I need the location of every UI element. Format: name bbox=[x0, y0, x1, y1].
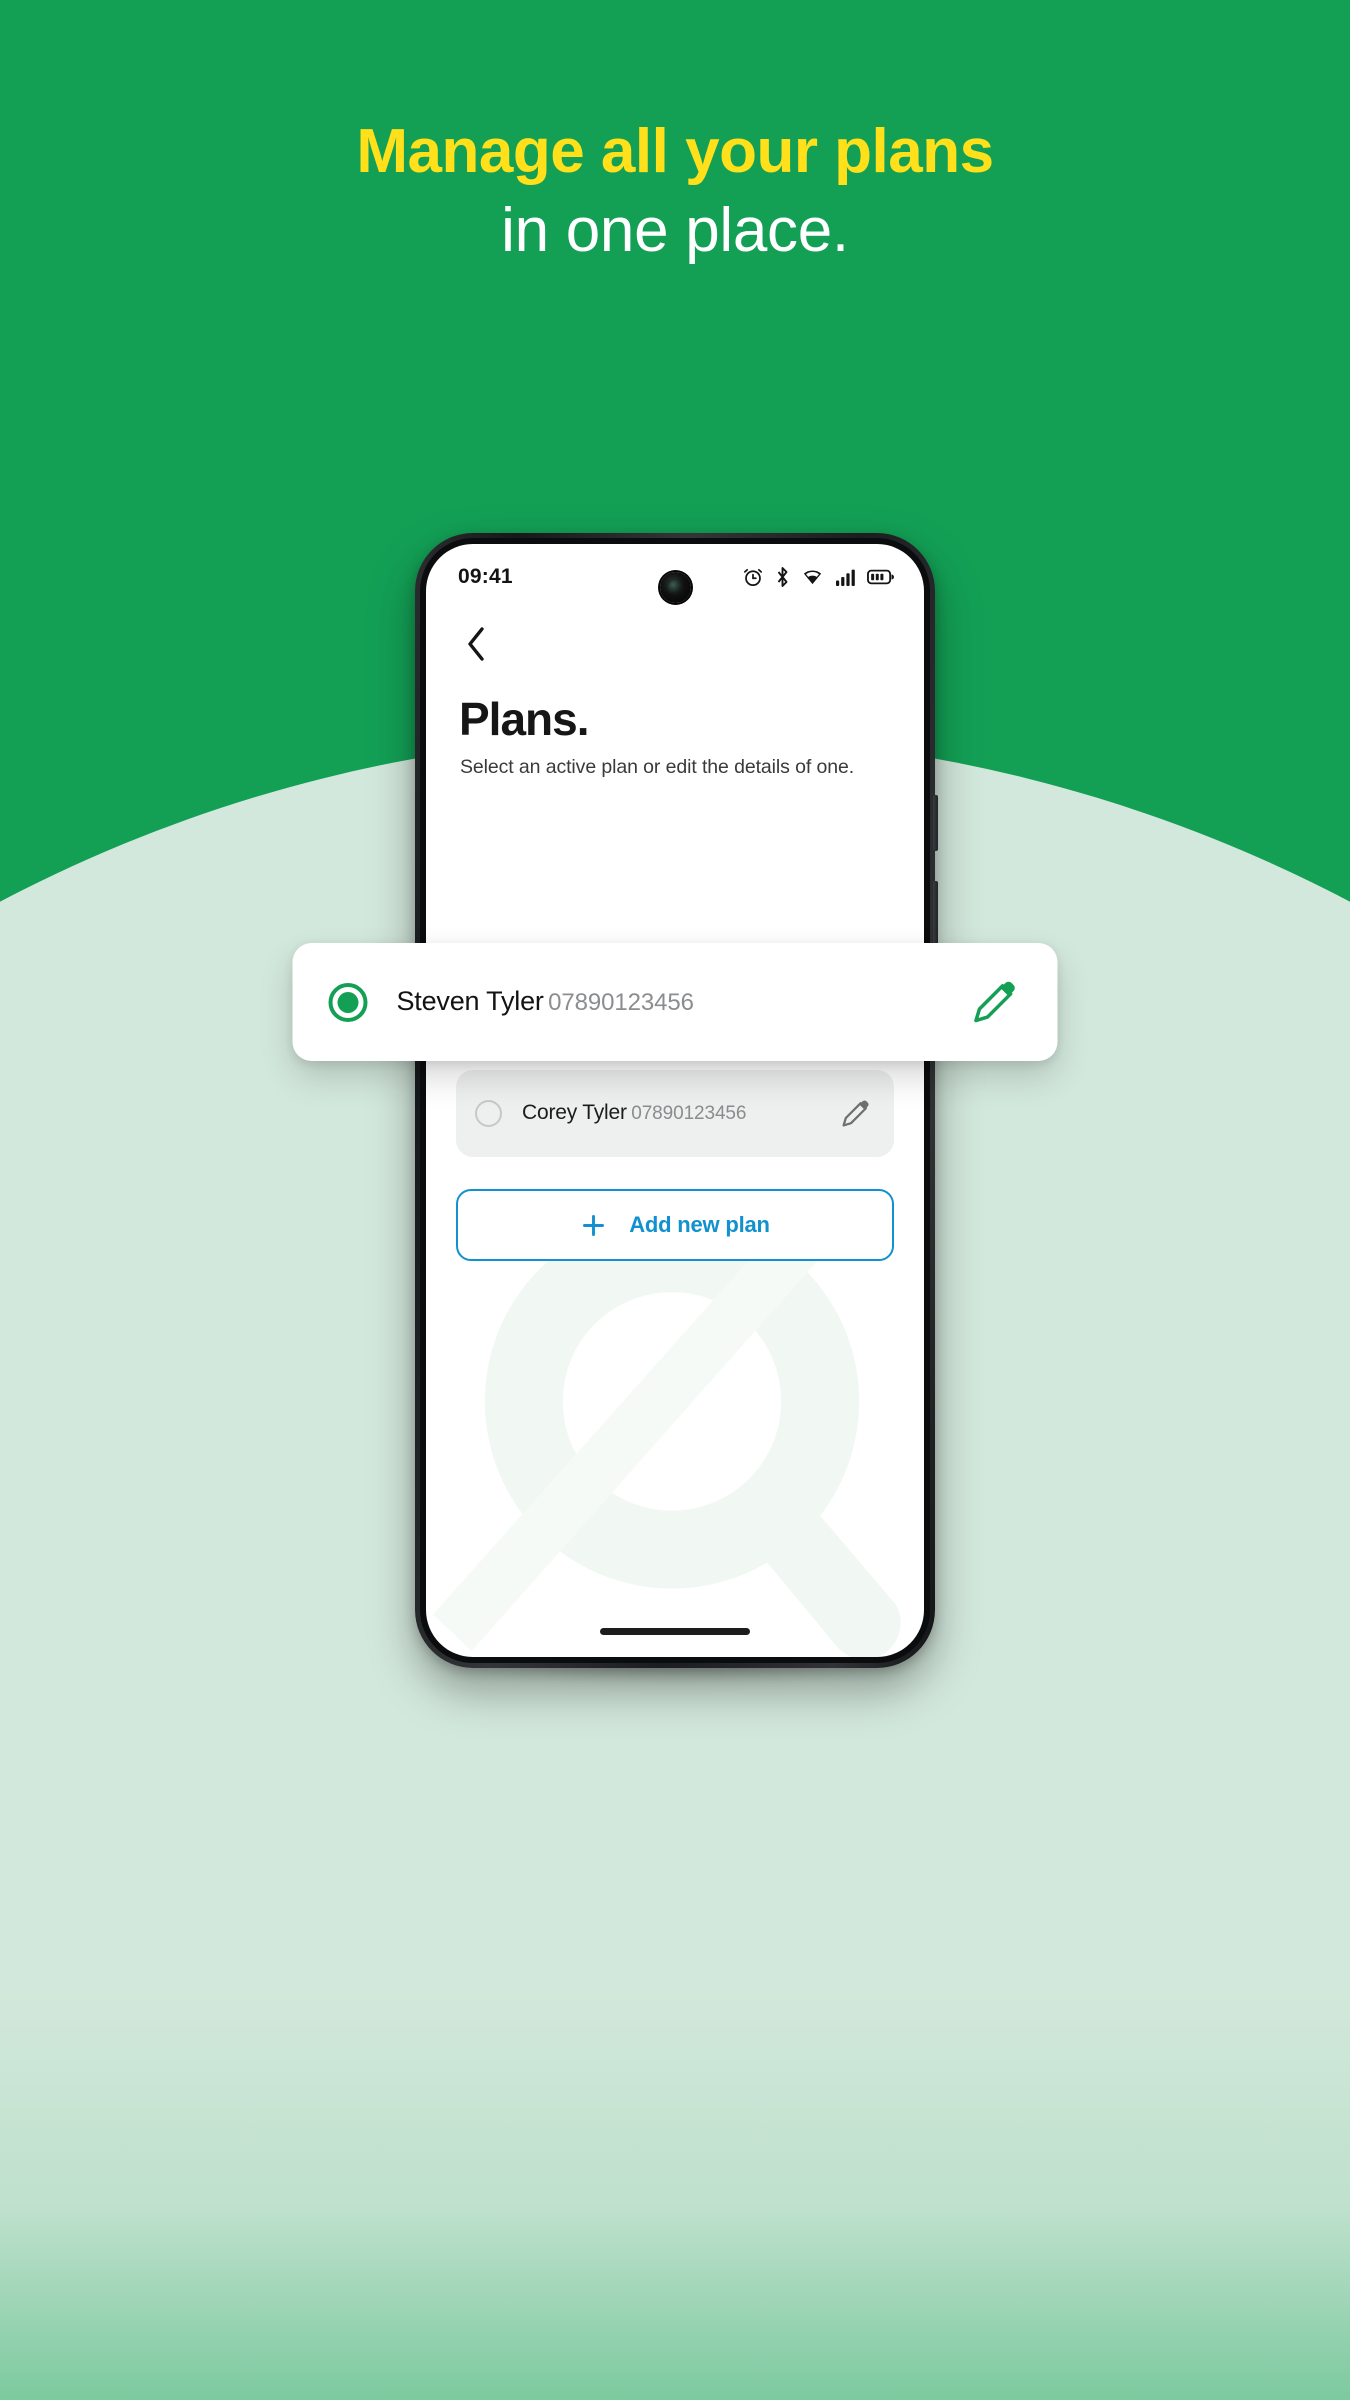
home-indicator[interactable] bbox=[600, 1628, 750, 1635]
page-title: Plans. bbox=[459, 693, 590, 745]
add-new-plan-button[interactable]: Add new plan bbox=[456, 1189, 894, 1261]
status-bar: 09:41 bbox=[426, 544, 924, 610]
alarm-icon bbox=[743, 568, 763, 587]
plan-details: Steven Tyler 07890123456 bbox=[397, 985, 972, 1018]
wifi-icon bbox=[803, 570, 822, 585]
background-bottom-glow bbox=[0, 1980, 1350, 2400]
plan-details: Corey Tyler 07890123456 bbox=[522, 1100, 838, 1127]
plan-name: Steven Tyler bbox=[396, 986, 544, 1017]
plan-name: Corey Tyler bbox=[522, 1101, 627, 1125]
bluetooth-icon bbox=[777, 567, 788, 587]
edit-plan-button[interactable] bbox=[838, 1097, 872, 1131]
phone-screen: 09:41 Plans. Select an active plan or ed… bbox=[426, 544, 924, 1657]
back-button[interactable] bbox=[450, 618, 502, 670]
pencil-icon bbox=[841, 1100, 869, 1127]
edit-plan-button[interactable] bbox=[972, 979, 1018, 1025]
add-new-plan-label: Add new plan bbox=[629, 1212, 770, 1237]
promo-headline: Manage all your plans in one place. bbox=[0, 112, 1350, 271]
plan-phone-number: 07890123456 bbox=[548, 989, 694, 1017]
pencil-icon bbox=[974, 981, 1015, 1023]
cellular-signal-icon bbox=[836, 569, 855, 586]
app-screen: 09:41 Plans. Select an active plan or ed… bbox=[426, 544, 924, 1657]
chevron-left-icon bbox=[468, 627, 484, 661]
plan-card-steven-tyler-selected[interactable]: Steven Tyler 07890123456 bbox=[292, 943, 1058, 1061]
status-bar-time: 09:41 bbox=[458, 565, 513, 588]
radio-unselected-icon[interactable] bbox=[475, 1100, 502, 1127]
phone-side-button-volume[interactable] bbox=[933, 795, 938, 851]
status-bar-icons bbox=[742, 566, 894, 588]
plan-card-corey-tyler[interactable]: Corey Tyler 07890123456 bbox=[456, 1070, 894, 1157]
plus-icon bbox=[583, 1214, 605, 1236]
radio-selected-icon[interactable] bbox=[328, 982, 368, 1022]
phone-mockup: 09:41 Plans. Select an active plan or ed… bbox=[415, 533, 938, 1684]
plan-phone-number: 07890123456 bbox=[631, 1103, 747, 1125]
headline-line-2: in one place. bbox=[501, 196, 849, 266]
headline-line-1: Manage all your plans bbox=[356, 117, 994, 186]
page-subtitle: Select an active plan or edit the detail… bbox=[460, 756, 855, 778]
battery-icon bbox=[867, 569, 894, 585]
